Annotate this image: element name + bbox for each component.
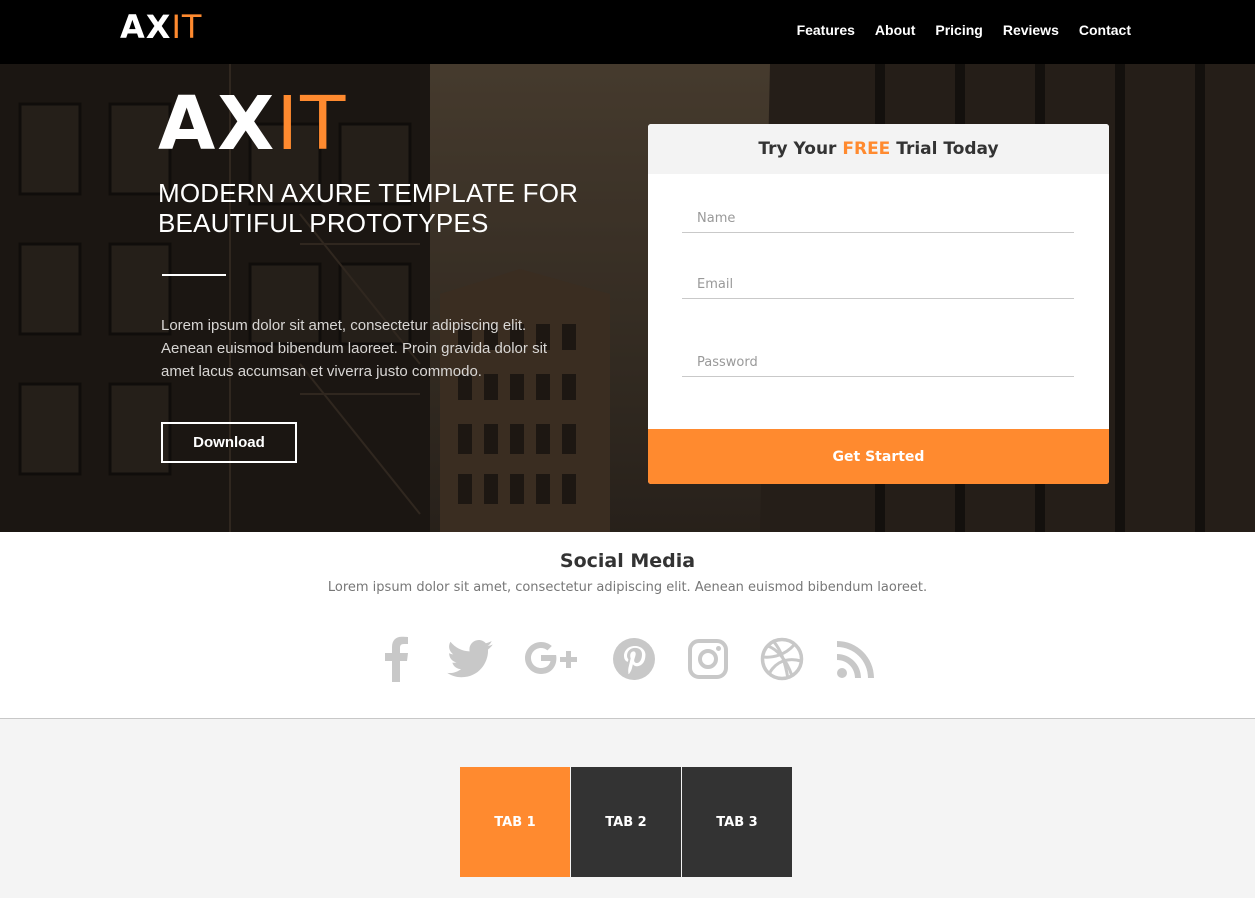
logo-main-text: AX [120, 8, 172, 46]
facebook-icon[interactable] [380, 636, 412, 682]
social-subtitle: Lorem ipsum dolor sit amet, consectetur … [327, 580, 928, 595]
logo-accent-text: IT [171, 8, 203, 46]
twitter-icon[interactable] [446, 636, 494, 682]
form-header-suffix: Trial Today [890, 139, 999, 159]
hero-divider [162, 274, 226, 276]
form-header-free: FREE [842, 139, 891, 159]
tab-bar: TAB 1 TAB 2 TAB 3 [460, 767, 792, 877]
form-header-prefix: Try Your [758, 139, 843, 159]
get-started-button[interactable]: Get Started [648, 429, 1109, 484]
nav-link-features[interactable]: Features [797, 20, 855, 40]
pinterest-icon[interactable] [611, 636, 657, 682]
nav-link-pricing[interactable]: Pricing [935, 20, 982, 40]
social-title: Social Media [559, 550, 696, 572]
hero-title: MODERN AXURE TEMPLATE FOR BEAUTIFUL PROT… [158, 178, 579, 238]
google-plus-icon[interactable] [522, 636, 582, 682]
nav-link-contact[interactable]: Contact [1079, 20, 1131, 40]
name-input[interactable] [682, 205, 1074, 233]
hero-logo-accent: IT [276, 81, 348, 167]
nav-logo[interactable]: AXIT [120, 9, 202, 45]
password-input[interactable] [682, 349, 1074, 377]
tab-3[interactable]: TAB 3 [682, 767, 792, 877]
rss-icon[interactable] [834, 636, 878, 682]
download-button[interactable]: Download [161, 422, 297, 463]
nav-link-reviews[interactable]: Reviews [1003, 20, 1059, 40]
form-header: Try Your FREE Trial Today [648, 124, 1109, 174]
nav-link-about[interactable]: About [875, 20, 915, 40]
tab-2[interactable]: TAB 2 [571, 767, 681, 877]
dribbble-icon[interactable] [759, 636, 805, 682]
hero-logo-main: AX [158, 81, 277, 167]
tab-1[interactable]: TAB 1 [460, 767, 570, 877]
hero-description: Lorem ipsum dolor sit amet, consectetur … [161, 317, 548, 380]
nav-links: Features About Pricing Reviews Contact [797, 20, 1131, 40]
social-media-section: Social Media Lorem ipsum dolor sit amet,… [0, 532, 1255, 719]
instagram-icon[interactable] [686, 636, 730, 682]
email-input[interactable] [682, 271, 1074, 299]
trial-signup-form: Try Your FREE Trial Today Get Started [648, 124, 1109, 484]
hero-section: AXIT MODERN AXURE TEMPLATE FOR BEAUTIFUL… [0, 64, 1255, 532]
top-navbar: AXIT Features About Pricing Reviews Cont… [0, 0, 1255, 64]
hero-logo: AXIT [158, 84, 347, 164]
